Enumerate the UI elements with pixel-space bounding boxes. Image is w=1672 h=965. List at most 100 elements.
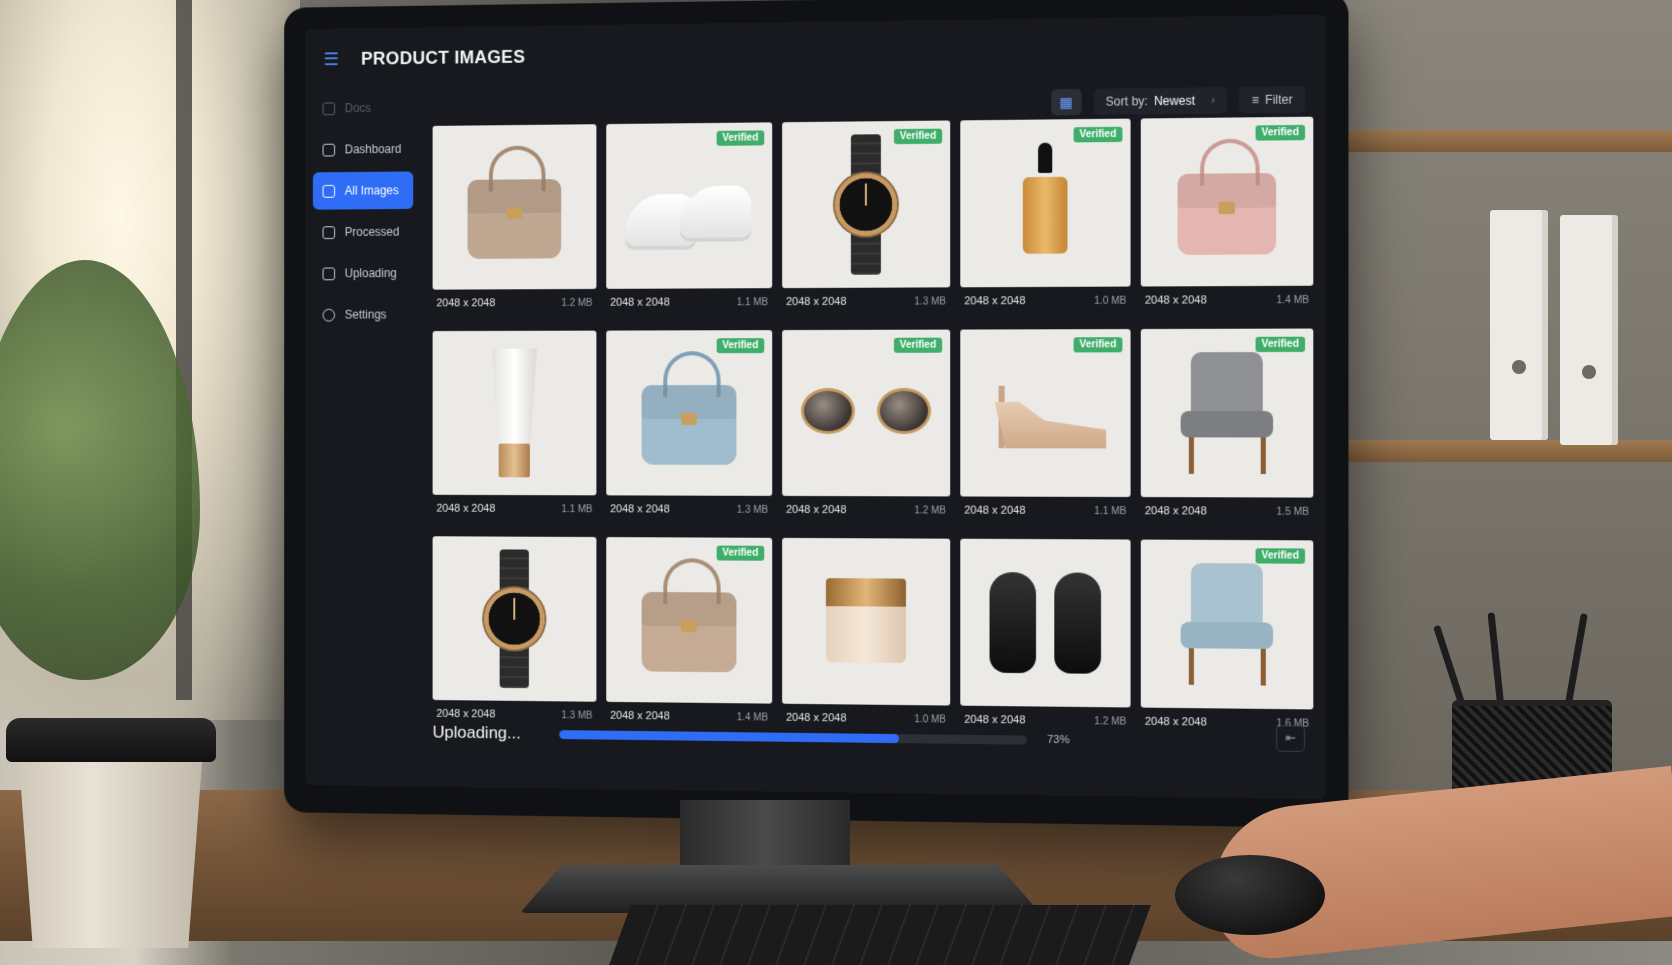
verified-badge: Verified: [893, 337, 943, 353]
coffee-cup-lid: [6, 718, 216, 762]
product-illustration: [1177, 173, 1277, 255]
product-thumbnail-cream-jar[interactable]: [782, 537, 951, 706]
image-dimensions: 2048 x 2048: [610, 503, 670, 516]
product-illustration: [624, 165, 753, 247]
product-illustration: [681, 620, 697, 633]
image-meta: 2048 x 2048 1.1 MB: [960, 496, 1130, 525]
image-card[interactable]: Verified 2048 x 2048 1.1 MB: [606, 122, 773, 316]
product-illustration: [832, 171, 899, 238]
page-title: PRODUCT IMAGES: [361, 46, 526, 69]
image-card[interactable]: 2048 x 2048 1.1 MB: [432, 330, 597, 524]
sidebar-item-label: Settings: [344, 307, 387, 322]
product-thumbnail-handbag-beige[interactable]: Verified: [606, 537, 773, 704]
image-dimensions: 2048 x 2048: [1144, 294, 1207, 307]
product-illustration: [801, 387, 855, 435]
upload-label: Uploading...: [432, 722, 521, 743]
product-illustration: [681, 412, 697, 425]
image-meta: 2048 x 2048 1.4 MB: [1141, 286, 1314, 315]
product-illustration: [876, 387, 932, 435]
sort-dropdown[interactable]: Sort by: Newest ›: [1093, 87, 1228, 115]
sidebar-item-all-images[interactable]: All Images: [312, 171, 414, 210]
sidebar-item-docs[interactable]: Docs: [313, 89, 413, 128]
image-card[interactable]: Verified 2048 x 2048 1.3 MB: [606, 330, 773, 524]
product-thumbnail-serum-bottle[interactable]: Verified: [960, 118, 1131, 288]
chevron-right-icon: ›: [1211, 94, 1215, 107]
images-icon: [322, 184, 336, 198]
product-illustration: [482, 585, 547, 652]
product-thumbnail-handbag-blue[interactable]: Verified: [606, 330, 773, 496]
grid-view-icon[interactable]: ▦: [1050, 88, 1082, 116]
home-icon: [322, 101, 336, 115]
product-illustration: [1180, 411, 1274, 438]
upload-icon: [322, 266, 336, 280]
product-thumbnail-handbag-taupe[interactable]: [432, 124, 597, 290]
image-card[interactable]: Verified 2048 x 2048 1.3 MB: [782, 120, 951, 316]
menu-icon[interactable]: ☰: [321, 48, 342, 70]
product-illustration: [989, 572, 1037, 674]
filter-button[interactable]: ≡ Filter: [1239, 86, 1306, 114]
product-illustration: [1170, 352, 1283, 475]
image-card[interactable]: Verified 2048 x 2048 1.1 MB: [960, 329, 1131, 525]
product-thumbnail-white-sneakers[interactable]: Verified: [606, 122, 773, 289]
verified-badge: Verified: [1255, 548, 1306, 564]
product-thumbnail-blue-armchair[interactable]: Verified: [1140, 539, 1314, 710]
collapse-icon[interactable]: ⇤: [1276, 725, 1306, 753]
sidebar-item-label: Uploading: [344, 266, 397, 281]
image-card[interactable]: Verified 2048 x 2048 1.6 MB: [1140, 539, 1314, 738]
product-illustration: [1188, 648, 1194, 685]
sidebar-item-dashboard[interactable]: Dashboard: [313, 130, 413, 168]
product-illustration: [1260, 437, 1266, 475]
image-meta: 2048 x 2048 1.2 MB: [782, 496, 950, 525]
sidebar-item-label: Docs: [344, 100, 372, 116]
gear-icon: [322, 308, 336, 322]
product-thumbnail-handbag-pink[interactable]: Verified: [1140, 116, 1314, 287]
product-thumbnail-gold-watch[interactable]: [432, 536, 597, 702]
product-illustration: [825, 606, 906, 663]
image-card[interactable]: Verified 2048 x 2048 1.4 MB: [1140, 116, 1314, 315]
product-thumbnail-black-oxfords[interactable]: [960, 538, 1131, 708]
image-card[interactable]: Verified 2048 x 2048 1.5 MB: [1140, 328, 1314, 527]
product-illustration: [1054, 572, 1102, 674]
product-illustration: [1022, 176, 1068, 254]
image-card[interactable]: 2048 x 2048 1.3 MB: [432, 536, 597, 729]
product-illustration: [1260, 648, 1266, 686]
product-illustration: [825, 578, 906, 607]
image-dimensions: 2048 x 2048: [964, 295, 1026, 308]
image-file-size: 1.3 MB: [914, 295, 947, 308]
image-card[interactable]: 2048 x 2048 1.2 MB: [432, 124, 597, 317]
progress-fill: [559, 729, 900, 743]
product-illustration: [1190, 563, 1263, 629]
product-illustration: [1022, 142, 1068, 263]
product-illustration: [506, 207, 523, 220]
image-file-size: 1.1 MB: [736, 296, 769, 308]
image-file-size: 1.1 MB: [1094, 505, 1127, 517]
product-illustration: [801, 387, 932, 438]
product-illustration: [1180, 621, 1274, 650]
product-thumbnail-cosmetic-tube[interactable]: [432, 330, 597, 496]
image-card[interactable]: Verified 2048 x 2048 1.0 MB: [960, 118, 1131, 316]
product-thumbnail-sunglasses[interactable]: Verified: [782, 329, 951, 497]
image-card[interactable]: 2048 x 2048 1.2 MB: [960, 538, 1131, 736]
dashboard-icon: [322, 143, 336, 157]
sidebar-item-uploading[interactable]: Uploading: [313, 254, 413, 292]
sidebar-item-label: Dashboard: [344, 142, 402, 157]
product-illustration: [492, 349, 537, 446]
product-thumbnail-grey-armchair[interactable]: Verified: [1140, 328, 1314, 498]
product-thumbnail-gold-watch[interactable]: Verified: [782, 120, 951, 289]
shelf-board: [1320, 130, 1672, 152]
sidebar-item-settings[interactable]: Settings: [313, 296, 413, 334]
image-meta: 2048 x 2048 1.2 MB: [433, 289, 597, 317]
binder: [1490, 210, 1548, 440]
image-card[interactable]: 2048 x 2048 1.0 MB: [782, 537, 951, 734]
image-file-size: 1.0 MB: [1094, 295, 1127, 307]
product-thumbnail-nude-heels[interactable]: Verified: [960, 329, 1131, 498]
verified-badge: Verified: [1255, 336, 1306, 353]
coffee-cup: [18, 748, 203, 948]
verified-badge: Verified: [716, 545, 765, 561]
image-dimensions: 2048 x 2048: [436, 502, 496, 515]
sidebar-item-processed[interactable]: Processed: [313, 213, 413, 251]
image-card[interactable]: Verified 2048 x 2048 1.2 MB: [782, 329, 951, 525]
image-card[interactable]: Verified 2048 x 2048 1.4 MB: [606, 537, 773, 732]
sort-value: Newest: [1153, 93, 1195, 109]
image-dimensions: 2048 x 2048: [1144, 505, 1207, 518]
